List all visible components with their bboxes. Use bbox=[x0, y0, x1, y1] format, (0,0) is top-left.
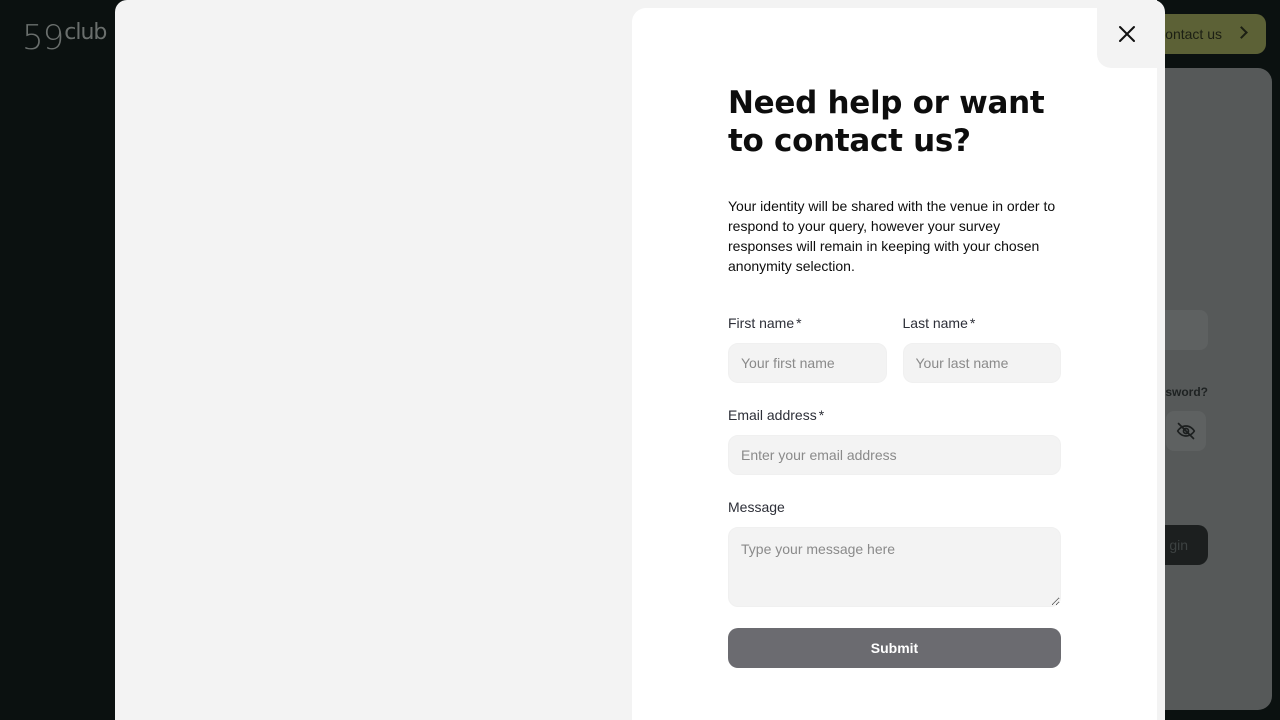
email-label: Email address * bbox=[728, 406, 1061, 424]
modal-description: Your identity will be shared with the ve… bbox=[728, 198, 1056, 274]
name-row: First name* Last name* bbox=[728, 314, 1061, 383]
message-textarea[interactable] bbox=[728, 527, 1061, 607]
first-name-input[interactable] bbox=[728, 343, 887, 383]
last-name-label-text: Last name bbox=[902, 315, 968, 331]
last-name-input[interactable] bbox=[902, 343, 1061, 383]
close-icon bbox=[1119, 26, 1135, 42]
contact-us-label: Contact us bbox=[1155, 26, 1222, 42]
close-button[interactable] bbox=[1097, 0, 1157, 68]
toggle-password-visibility[interactable] bbox=[1166, 411, 1206, 451]
first-name-label: First name * bbox=[728, 314, 887, 332]
message-label: Message bbox=[728, 499, 785, 515]
message-group: Message bbox=[728, 498, 1061, 612]
modal-title: Need help or want to contact us? bbox=[728, 85, 1045, 159]
first-name-label-text: First name bbox=[728, 315, 795, 331]
last-name-label: Last name * bbox=[903, 314, 1062, 332]
email-label-text: Email address bbox=[728, 407, 817, 423]
required-mark: * bbox=[818, 407, 825, 423]
email-group: Email address * bbox=[728, 406, 1061, 475]
logo-number: 59 bbox=[22, 18, 64, 58]
required-mark: * bbox=[969, 315, 976, 331]
last-name-group: Last name * bbox=[902, 314, 1062, 383]
logo-text: club bbox=[64, 20, 107, 45]
brand-logo[interactable]: 59club bbox=[22, 18, 107, 58]
first-name-group: First name * bbox=[728, 314, 887, 383]
email-input[interactable] bbox=[728, 435, 1061, 475]
chevron-right-icon bbox=[1235, 26, 1248, 39]
contact-form: Need help or want to contact us? Your id… bbox=[728, 84, 1061, 668]
eye-off-icon bbox=[1176, 422, 1196, 440]
submit-button[interactable]: Submit bbox=[728, 628, 1061, 668]
required-mark: * bbox=[796, 315, 802, 331]
